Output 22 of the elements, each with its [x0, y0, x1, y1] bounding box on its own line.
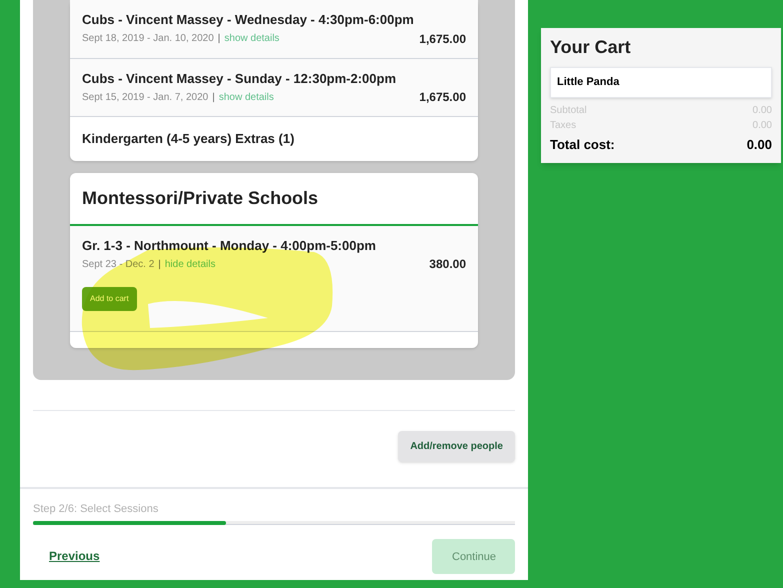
details-link[interactable]: hide details	[164, 258, 216, 270]
details-link[interactable]: show details	[218, 92, 274, 102]
session-name: Cubs - Vincent Massey - Wednesday - 4:30pm-6:00pm	[82, 11, 415, 29]
session-price: 1,675.00	[419, 89, 466, 106]
session-price: 1,675.00	[419, 30, 466, 48]
cart-person: Little Panda	[550, 67, 772, 98]
group-heading[interactable]: Kindergarten (4-5 years) Extras (1)	[70, 117, 478, 160]
separator: |	[218, 33, 220, 44]
total-label: Total cost:	[550, 136, 615, 154]
cart-title: Your Cart	[550, 36, 632, 59]
previous-link[interactable]: Previous	[49, 547, 100, 565]
separator: |	[212, 92, 215, 102]
session-dates: Sept 15, 2019 - Jan. 7, 2020	[82, 92, 208, 102]
session-dates: Sept 23 - Dec. 2	[82, 258, 154, 270]
total-value: 0.00	[746, 136, 772, 154]
separator: |	[158, 258, 161, 270]
session-price: 380.00	[429, 256, 466, 273]
add-remove-people-button[interactable]: Add/remove people	[398, 431, 515, 462]
details-link[interactable]: show details	[224, 33, 280, 44]
session-dates: Sept 18, 2019 - Jan. 10, 2020	[82, 33, 214, 44]
session-name: Cubs - Vincent Massey - Sunday - 12:30pm-2:00pm	[82, 70, 398, 88]
progress-label: Step 2/6: Select Sessions	[33, 502, 160, 517]
